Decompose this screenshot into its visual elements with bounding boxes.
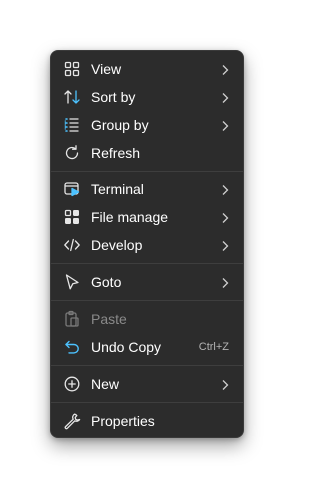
menu-item-label: File manage <box>91 209 169 225</box>
menu-item-label: Sort by <box>91 89 136 105</box>
chevron-right-icon <box>219 211 231 223</box>
menu-item-label: Properties <box>91 413 155 429</box>
chevron-right-icon <box>219 239 231 251</box>
menu-item-label: Refresh <box>91 145 141 161</box>
menu-item-label: Develop <box>91 237 143 253</box>
menu-item-paste: Paste <box>55 305 239 333</box>
menu-item-terminal[interactable]: Terminal <box>55 175 239 203</box>
context-menu: View Sort by Group by Refresh Terminal F… <box>50 50 244 438</box>
menu-item-label: Terminal <box>91 181 144 197</box>
wrench-icon <box>63 412 81 430</box>
menu-separator <box>51 263 243 264</box>
menu-separator <box>51 365 243 366</box>
menu-item-group-by[interactable]: Group by <box>55 111 239 139</box>
menu-item-new[interactable]: New <box>55 370 239 398</box>
menu-item-refresh[interactable]: Refresh <box>55 139 239 167</box>
menu-item-develop[interactable]: Develop <box>55 231 239 259</box>
menu-item-label: New <box>91 376 120 392</box>
menu-item-label: Group by <box>91 117 149 133</box>
chevron-right-icon <box>219 378 231 390</box>
clipboard-icon <box>63 310 81 328</box>
menu-item-label: View <box>91 61 122 77</box>
menu-item-label: Goto <box>91 274 122 290</box>
menu-separator <box>51 402 243 403</box>
menu-item-goto[interactable]: Goto <box>55 268 239 296</box>
menu-separator <box>51 300 243 301</box>
chevron-right-icon <box>219 119 231 131</box>
code-icon <box>63 236 81 254</box>
refresh-icon <box>63 144 81 162</box>
menu-item-label: Undo Copy <box>91 339 162 355</box>
undo-icon <box>63 338 81 356</box>
plus-circle-icon <box>63 375 81 393</box>
terminal-icon <box>63 180 81 198</box>
list-group-icon <box>63 116 81 134</box>
grid-icon <box>63 60 81 78</box>
apps-icon <box>63 208 81 226</box>
menu-item-file-manage[interactable]: File manage <box>55 203 239 231</box>
shortcut-hint: Ctrl+Z <box>198 341 229 353</box>
menu-separator <box>51 171 243 172</box>
pointer-icon <box>63 273 81 291</box>
chevron-right-icon <box>219 91 231 103</box>
chevron-right-icon <box>219 63 231 75</box>
chevron-right-icon <box>219 276 231 288</box>
menu-item-properties[interactable]: Properties <box>55 407 239 435</box>
menu-item-undo-copy[interactable]: Undo Copy Ctrl+Z <box>55 333 239 361</box>
menu-item-sort-by[interactable]: Sort by <box>55 83 239 111</box>
chevron-right-icon <box>219 183 231 195</box>
sort-arrows-icon <box>63 88 81 106</box>
menu-item-view[interactable]: View <box>55 55 239 83</box>
menu-item-label: Paste <box>91 311 127 327</box>
